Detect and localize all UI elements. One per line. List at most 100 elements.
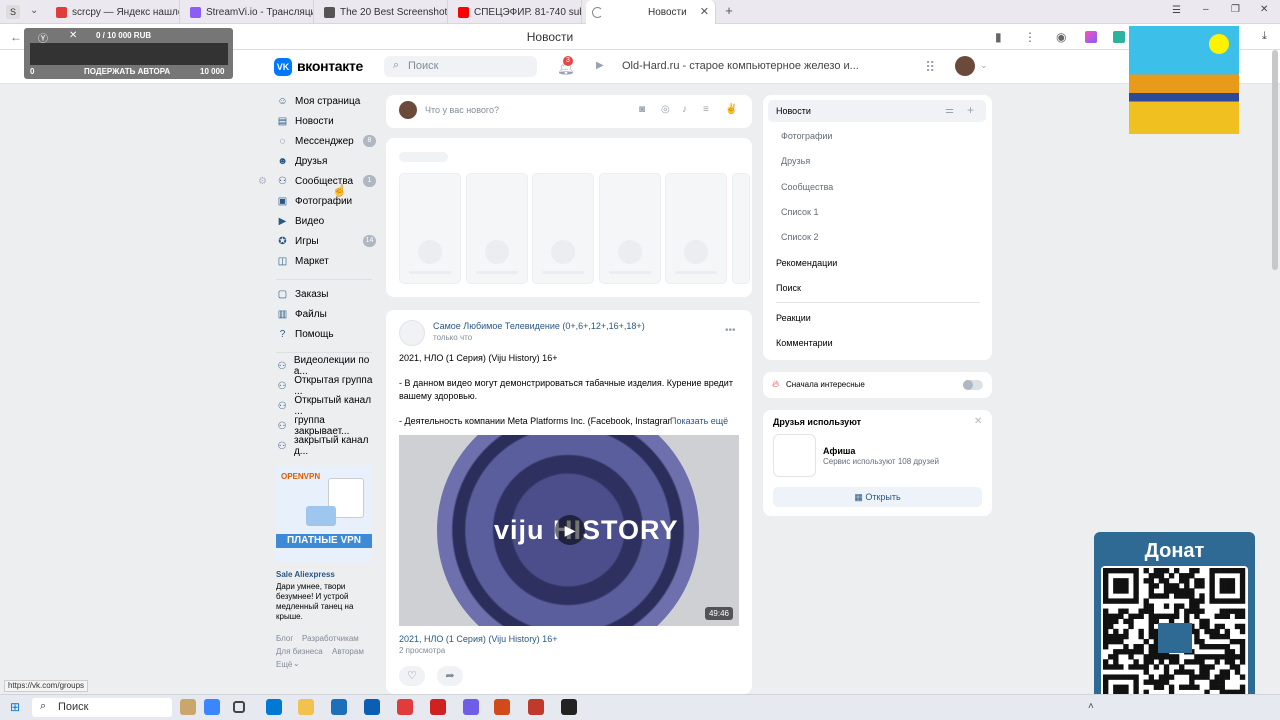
filter-reactions[interactable]: Реакции — [776, 313, 811, 323]
app-icon[interactable] — [528, 699, 544, 715]
group-shortcut[interactable]: ⚇ Видеолекции по а... — [276, 355, 378, 377]
search-input[interactable]: ⌕ Поиск — [384, 56, 537, 77]
download-icon[interactable]: ⤓ — [1262, 30, 1267, 43]
filter-sub-item[interactable]: Друзья — [781, 156, 810, 166]
story-placeholder[interactable] — [399, 173, 461, 284]
tab-4[interactable]: СПЕЦЭФИР. 81-740 subt — [452, 0, 582, 24]
camera-icon[interactable]: ◙ — [639, 104, 645, 115]
app-name[interactable]: Афиша — [823, 446, 855, 456]
add-icon[interactable]: + — [967, 103, 974, 117]
group-shortcut[interactable]: ⚇ группа закрывает... — [276, 415, 378, 437]
sidebar-item-8[interactable]: ✪ Игры 14 — [276, 231, 378, 251]
interesting-first-toggle[interactable] — [963, 380, 983, 390]
chevron-down-icon[interactable]: ⌄ — [293, 659, 300, 668]
post-time[interactable]: только что — [433, 333, 472, 342]
tab-list-chevron-icon[interactable]: ⌄ — [30, 5, 38, 16]
taskbar-search[interactable]: ⌕ Поиск — [32, 698, 172, 717]
sidebar-item-6[interactable]: ▣ Фотографии — [276, 191, 378, 211]
clip-icon[interactable]: ✌ — [725, 104, 737, 115]
group-shortcut[interactable]: ⚇ закрытый канал д... — [276, 435, 378, 457]
video-icon[interactable]: ◎ — [661, 104, 670, 115]
minimize-icon[interactable]: – — [1203, 4, 1209, 15]
close-tab-icon[interactable]: ✕ — [700, 5, 709, 18]
mail-icon[interactable] — [364, 699, 380, 715]
sidebar-item-9[interactable]: ◫ Маркет — [276, 251, 378, 271]
now-playing-track[interactable]: Old-Hard.ru - старое компьютерное железо… — [622, 60, 859, 72]
yandex-icon[interactable] — [430, 699, 446, 715]
sidebar-secondary-item-2[interactable]: ▥ Файлы — [276, 304, 378, 324]
tablet-app-icon[interactable] — [204, 699, 220, 715]
avatar[interactable] — [955, 56, 975, 76]
author-avatar[interactable] — [399, 320, 425, 346]
yandex-browser-icon[interactable] — [397, 699, 413, 715]
vk-site-name[interactable]: вконтакте — [297, 58, 363, 74]
sidebar-secondary-item-1[interactable]: ▢ Заказы — [276, 284, 378, 304]
close-icon[interactable]: ✕ — [974, 416, 982, 427]
extension-3-icon[interactable] — [1113, 31, 1125, 43]
sidebar-secondary-item-3[interactable]: ? Помощь — [276, 324, 378, 344]
footer-link-blog[interactable]: Блог — [276, 634, 293, 643]
group-shortcut[interactable]: ⚇ Открытый канал ... — [276, 395, 378, 417]
filter-sub-item[interactable]: Список 2 — [781, 232, 818, 242]
ad-title[interactable]: Sale Aliexpress — [276, 570, 335, 579]
ad-banner[interactable]: OPENVPN ПЛАТНЫЕ VPN — [276, 466, 372, 562]
edge-icon[interactable] — [266, 699, 282, 715]
video-player[interactable]: viju HISTORY ▶ 49:46 — [399, 435, 739, 626]
like-button[interactable]: ♡ — [399, 666, 425, 686]
filter-recommendations[interactable]: Рекомендации — [776, 258, 837, 268]
sidebar-item-2[interactable]: ▤ Новости — [276, 111, 378, 131]
play-icon[interactable]: ▶ — [555, 515, 585, 545]
story-placeholder[interactable] — [665, 173, 728, 284]
tab-1[interactable]: scrcpy — Яндекс нашлось — [50, 0, 180, 24]
tab-2[interactable]: StreamVi.io - Трансляции — [184, 0, 314, 24]
filter-comments[interactable]: Комментарии — [776, 338, 833, 348]
filter-sub-item[interactable]: Сообщества — [781, 182, 833, 192]
vk-logo-icon[interactable]: VK — [274, 58, 292, 76]
open-app-button[interactable]: ▦ Открыть — [773, 487, 982, 507]
player-play-icon[interactable]: ▶ — [596, 60, 604, 71]
sidebar-item-7[interactable]: ▶ Видео — [276, 211, 378, 231]
bookmark-icon[interactable]: ▮ — [995, 30, 1002, 44]
post-author[interactable]: Самое Любимое Телевидение (0+,6+,12+,16+… — [433, 321, 645, 331]
scrollbar[interactable] — [1272, 50, 1278, 270]
pencil-app-icon[interactable] — [180, 699, 196, 715]
chevron-down-icon[interactable]: ⌄ — [980, 60, 988, 71]
footer-link-more[interactable]: Ещё — [276, 660, 292, 669]
sidebar-item-1[interactable]: ☺ Моя страница — [276, 91, 378, 111]
article-icon[interactable]: ≡ — [703, 104, 709, 115]
story-placeholder[interactable] — [732, 173, 750, 284]
window-close-icon[interactable]: ✕ — [1260, 4, 1268, 15]
composer-placeholder[interactable]: Что у вас нового? — [425, 105, 499, 115]
extension-2-icon[interactable] — [1085, 31, 1097, 43]
file-explorer-icon[interactable] — [298, 699, 314, 715]
story-placeholder[interactable] — [598, 173, 661, 284]
show-more-link[interactable]: Показать ещё — [670, 415, 740, 428]
app-thumbnail[interactable] — [773, 434, 816, 477]
maximize-icon[interactable]: ❐ — [1231, 4, 1240, 15]
share-button[interactable]: ➦ — [437, 666, 463, 686]
new-tab-icon[interactable]: + — [722, 4, 736, 18]
filter-sub-item[interactable]: Список 1 — [781, 207, 818, 217]
settings-gear-icon[interactable]: ⚙ — [258, 176, 267, 187]
sidebar-item-5[interactable]: ⚇ Сообщества 1 — [276, 171, 378, 191]
task-view-icon[interactable] — [233, 701, 245, 713]
filter-search[interactable]: Поиск — [776, 283, 801, 293]
video-caption[interactable]: 2021, НЛО (1 Серия) (Viju History) 16+ — [399, 634, 557, 644]
music-icon[interactable]: ♪ — [682, 104, 687, 115]
browser-menu-icon[interactable]: S — [6, 5, 20, 19]
sidebar-item-3[interactable]: ◌ Мессенджер 8 — [276, 131, 378, 151]
hamburger-icon[interactable]: ☰ — [1172, 5, 1181, 16]
tab-active-news[interactable]: Новости ✕ — [586, 0, 716, 24]
sidebar-item-4[interactable]: ☻ Друзья — [276, 151, 378, 171]
tray-chevron-icon[interactable]: ˄ — [1088, 701, 1094, 712]
close-icon[interactable]: ✕ — [69, 30, 77, 41]
footer-link-developers[interactable]: Разработчикам — [302, 634, 359, 643]
footer-link-business[interactable]: Для бизнеса — [276, 647, 323, 656]
discord-icon[interactable] — [463, 699, 479, 715]
filter-news[interactable]: Новости — [776, 106, 811, 116]
filter-settings-icon[interactable]: ⚌ — [945, 105, 954, 116]
apps-grid-icon[interactable]: ⠿ — [925, 59, 935, 76]
filter-sub-item[interactable]: Фотографии — [781, 131, 832, 141]
story-placeholder[interactable] — [532, 173, 595, 284]
windows-start-icon[interactable]: ⊞ — [10, 700, 20, 714]
